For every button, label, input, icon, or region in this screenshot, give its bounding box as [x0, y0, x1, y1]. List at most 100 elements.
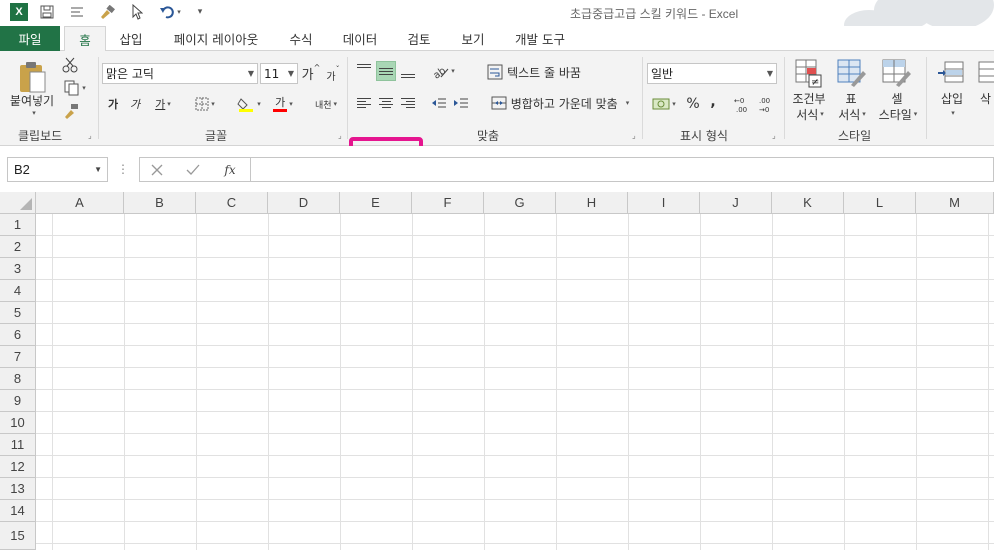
font-color-button[interactable]: 가 ▾: [268, 93, 298, 115]
more-options-icon[interactable]: ⋮: [117, 159, 129, 179]
paste-button[interactable]: 붙여넣기: [6, 92, 58, 108]
column-header[interactable]: G: [484, 192, 556, 214]
orientation-button[interactable]: ab ▾: [428, 61, 458, 81]
column-header[interactable]: H: [556, 192, 628, 214]
tab-page-layout[interactable]: 페이지 레이아웃: [164, 26, 268, 51]
undo-icon[interactable]: ▾: [156, 3, 184, 21]
conditional-formatting-icon[interactable]: ≠: [794, 57, 824, 91]
grow-font-button[interactable]: 가 ^: [302, 63, 321, 84]
column-header[interactable]: J: [700, 192, 772, 214]
delete-cells-button[interactable]: 삭: [980, 91, 994, 106]
customize-qat-icon[interactable]: ▾: [194, 3, 206, 21]
align-right-button[interactable]: [398, 92, 418, 114]
format-as-table-icon[interactable]: [836, 57, 868, 91]
wrap-text-button[interactable]: 텍스트 줄 바꿈: [482, 61, 586, 83]
row-header[interactable]: 4: [0, 280, 36, 302]
column-header[interactable]: I: [628, 192, 700, 214]
name-box[interactable]: B2 ▼: [7, 157, 108, 182]
dialog-launcher-icon[interactable]: ⌟: [772, 131, 776, 140]
column-header[interactable]: K: [772, 192, 844, 214]
row-header[interactable]: 1: [0, 214, 36, 236]
format-as-table-button[interactable]: 표: [840, 91, 862, 106]
column-header[interactable]: F: [412, 192, 484, 214]
insert-dropdown-icon[interactable]: ▾: [946, 107, 958, 119]
number-format-combo[interactable]: 일반 ▼: [647, 63, 777, 84]
align-top-button[interactable]: [354, 61, 374, 81]
increase-decimal-button[interactable]: ←0.00: [734, 93, 754, 115]
row-header[interactable]: 10: [0, 412, 36, 434]
insert-cells-button[interactable]: 삽입: [936, 91, 968, 106]
decrease-indent-button[interactable]: [428, 92, 450, 114]
column-header[interactable]: B: [124, 192, 196, 214]
merge-center-button[interactable]: 병합하고 가운데 맞춤 ▾: [482, 92, 638, 114]
row-header[interactable]: 3: [0, 258, 36, 280]
borders-button[interactable]: ▾: [188, 93, 222, 115]
row-header[interactable]: 2: [0, 236, 36, 258]
align-bottom-button[interactable]: [398, 61, 418, 81]
insert-cells-icon[interactable]: [936, 57, 966, 89]
phonetic-button[interactable]: 내천 ▾: [310, 93, 342, 115]
cell-area[interactable]: [36, 214, 994, 550]
increase-indent-button[interactable]: [450, 92, 472, 114]
column-header[interactable]: L: [844, 192, 916, 214]
accounting-format-button[interactable]: ▾: [648, 93, 680, 115]
tab-file[interactable]: 파일: [0, 26, 60, 51]
column-header[interactable]: A: [36, 192, 124, 214]
conditional-formatting-button-line2[interactable]: 서식 ▾: [790, 107, 830, 122]
font-size-combo[interactable]: 11 ▼: [260, 63, 298, 84]
cancel-icon[interactable]: [146, 160, 168, 180]
row-header[interactable]: 5: [0, 302, 36, 324]
row-header[interactable]: 7: [0, 346, 36, 368]
italic-button[interactable]: 가: [126, 93, 144, 115]
shrink-font-button[interactable]: 가ˇ: [324, 65, 342, 86]
tab-data[interactable]: 데이터: [336, 26, 384, 51]
delete-cells-icon[interactable]: [978, 57, 994, 89]
row-header[interactable]: 9: [0, 390, 36, 412]
select-all-button[interactable]: [0, 192, 36, 214]
insert-function-button[interactable]: fx: [218, 160, 242, 180]
cursor-icon[interactable]: [128, 3, 146, 21]
save-icon[interactable]: [38, 3, 56, 21]
cell-styles-button[interactable]: 셀: [886, 91, 908, 106]
dialog-launcher-icon[interactable]: ⌟: [88, 131, 92, 140]
comma-button[interactable]: ,: [706, 91, 720, 113]
row-header[interactable]: 6: [0, 324, 36, 346]
column-header[interactable]: C: [196, 192, 268, 214]
tab-insert[interactable]: 삽입: [110, 26, 152, 51]
tab-review[interactable]: 검토: [398, 26, 440, 51]
row-header[interactable]: 8: [0, 368, 36, 390]
format-painter-icon[interactable]: [60, 102, 82, 120]
row-header[interactable]: 12: [0, 456, 36, 478]
row-header[interactable]: 14: [0, 500, 36, 522]
tab-formulas[interactable]: 수식: [280, 26, 322, 51]
align-left-button[interactable]: [354, 92, 374, 114]
font-name-combo[interactable]: 맑은 고딕 ▼: [102, 63, 258, 84]
percent-button[interactable]: %: [684, 93, 702, 115]
column-header[interactable]: D: [268, 192, 340, 214]
row-header[interactable]: 15: [0, 522, 36, 550]
column-header[interactable]: M: [916, 192, 994, 214]
copy-icon[interactable]: ▾: [60, 79, 90, 97]
tab-home[interactable]: 홈: [64, 26, 106, 52]
dialog-launcher-icon[interactable]: ⌟: [632, 131, 636, 140]
conditional-formatting-button[interactable]: 조건부: [788, 91, 830, 106]
align-center-button[interactable]: [376, 92, 396, 114]
formula-input[interactable]: [251, 157, 994, 182]
underline-button[interactable]: 가 ▾: [148, 93, 178, 115]
cell-styles-button-line2[interactable]: 스타일 ▾: [874, 107, 922, 122]
tab-developer[interactable]: 개발 도구: [506, 26, 574, 51]
decrease-decimal-button[interactable]: .00 →0: [758, 93, 778, 115]
column-header[interactable]: E: [340, 192, 412, 214]
align-middle-button[interactable]: [376, 61, 396, 81]
cell-styles-icon[interactable]: [880, 57, 914, 91]
format-as-table-button-line2[interactable]: 서식 ▾: [832, 107, 872, 122]
enter-icon[interactable]: [182, 160, 204, 180]
cut-icon[interactable]: [60, 56, 80, 74]
tab-view[interactable]: 보기: [452, 26, 494, 51]
fill-color-button[interactable]: ▾: [234, 93, 264, 115]
row-header[interactable]: 13: [0, 478, 36, 500]
format-painter-icon[interactable]: [98, 3, 116, 21]
dialog-launcher-icon[interactable]: ⌟: [338, 131, 342, 140]
text-format-icon[interactable]: [68, 3, 86, 21]
paste-dropdown-icon[interactable]: ▾: [27, 108, 39, 118]
